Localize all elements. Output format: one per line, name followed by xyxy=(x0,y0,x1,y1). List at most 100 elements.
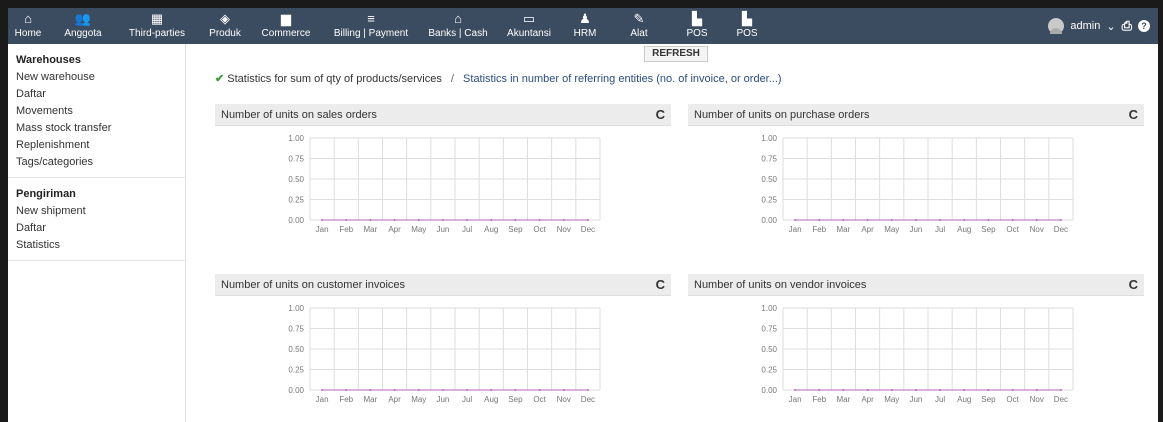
nav-akuntansi[interactable]: ▭ Akuntansi xyxy=(500,11,558,43)
data-point xyxy=(321,389,324,391)
panel-title: Number of units on vendor invoices xyxy=(694,279,867,291)
x-tick-label: Feb xyxy=(812,395,826,404)
nav-produk[interactable]: ◈ Produk xyxy=(204,11,246,43)
x-tick-label: Jan xyxy=(789,395,802,404)
data-point xyxy=(321,219,324,221)
x-tick-label: Dec xyxy=(1054,225,1068,234)
nav-commerce[interactable]: ▆ Commerce xyxy=(256,11,316,43)
panel-sales-orders: Number of units on sales orders C 1.00 0.… xyxy=(215,104,671,240)
help-icon[interactable]: ? xyxy=(1138,20,1150,32)
reload-icon[interactable]: C xyxy=(1129,277,1138,292)
x-tick-label: Oct xyxy=(533,225,546,234)
x-tick-label: Aug xyxy=(484,225,498,234)
menu-link-daftar[interactable]: Daftar xyxy=(16,86,185,103)
reload-icon[interactable]: C xyxy=(656,277,665,292)
menu-link-mass-stock-transfer[interactable]: Mass stock transfer xyxy=(16,120,185,137)
x-tick-label: Nov xyxy=(557,395,571,404)
stats-alternative-link[interactable]: Statistics in number of referring entiti… xyxy=(463,73,782,85)
y-tick-label: 0.50 xyxy=(761,175,777,184)
data-point xyxy=(562,389,565,391)
data-point xyxy=(1059,219,1062,221)
x-tick-label: Mar xyxy=(837,225,851,234)
nav-hrm[interactable]: ♟ HRM xyxy=(568,11,602,43)
reload-icon[interactable]: C xyxy=(656,107,665,122)
menu-link-movements[interactable]: Movements xyxy=(16,103,185,120)
panel-header: Number of units on sales orders C xyxy=(215,104,671,126)
x-tick-label: Aug xyxy=(484,395,498,404)
left-menu: Warehouses New warehouse Daftar Movement… xyxy=(8,44,186,422)
calculator-icon: ▭ xyxy=(522,11,536,26)
nav-alat[interactable]: ✎ Alat xyxy=(624,11,654,43)
x-tick-label: Jun xyxy=(909,225,922,234)
y-tick-label: 0.50 xyxy=(288,175,304,184)
chevron-down-icon[interactable]: ⌄ xyxy=(1106,20,1115,33)
nav-third-parties[interactable]: ▦ Third-parties xyxy=(120,11,194,43)
stats-mode-line: ✔ Statistics for sum of qty of products/… xyxy=(215,72,782,85)
menu-title-pengiriman[interactable]: Pengiriman xyxy=(16,188,185,200)
refresh-button[interactable]: REFRESH xyxy=(644,46,708,62)
data-point xyxy=(369,219,372,221)
y-tick-label: 1.00 xyxy=(288,304,304,313)
x-tick-label: Jan xyxy=(789,225,802,234)
avatar[interactable] xyxy=(1048,18,1065,34)
data-point xyxy=(466,219,469,221)
y-tick-label: 0.25 xyxy=(761,196,777,205)
x-tick-label: Sep xyxy=(508,225,523,234)
menu-link-tags-categories[interactable]: Tags/categories xyxy=(16,154,185,171)
x-tick-label: Jan xyxy=(316,225,329,234)
data-point xyxy=(842,389,845,391)
data-point xyxy=(939,389,942,391)
panel-header: Number of units on vendor invoices C xyxy=(688,274,1144,296)
bank-icon: ⌂ xyxy=(454,11,462,26)
data-point xyxy=(441,389,444,391)
x-tick-label: Aug xyxy=(957,395,971,404)
nav-pos-2[interactable]: ▙ POS xyxy=(732,11,762,43)
x-tick-label: May xyxy=(411,225,426,234)
x-tick-label: Dec xyxy=(581,225,595,234)
data-point xyxy=(890,219,893,221)
menu-link-shipment-daftar[interactable]: Daftar xyxy=(16,220,185,237)
data-point xyxy=(345,219,348,221)
x-tick-label: Jul xyxy=(462,395,472,404)
house-icon: ⌂ xyxy=(24,11,32,26)
data-point xyxy=(538,219,541,221)
menu-link-new-shipment[interactable]: New shipment xyxy=(16,203,185,220)
app-window: ⌂ Home 👥 Anggota ▦ Third-parties ◈ Produk ▆ C… xyxy=(8,8,1158,422)
x-tick-label: Sep xyxy=(508,395,523,404)
menu-link-new-warehouse[interactable]: New warehouse xyxy=(16,69,185,86)
data-point xyxy=(393,219,396,221)
x-tick-label: May xyxy=(411,395,426,404)
coins-icon: ≡ xyxy=(367,11,375,26)
print-icon[interactable]: ⎙ xyxy=(1122,18,1132,34)
y-tick-label: 0.25 xyxy=(761,366,777,375)
chart-sales-orders: 1.00 0.75 0.50 0.25 0.00 Jan Feb Mar Apr May Jun Ju… xyxy=(288,134,601,234)
data-point xyxy=(562,219,565,221)
menu-title-warehouses[interactable]: Warehouses xyxy=(16,54,185,66)
menu-link-statistics[interactable]: Statistics xyxy=(16,237,185,254)
reload-icon[interactable]: C xyxy=(1129,107,1138,122)
x-tick-label: Jun xyxy=(909,395,922,404)
data-point xyxy=(963,389,966,391)
nav-home[interactable]: ⌂ Home xyxy=(12,11,44,43)
x-tick-label: Jul xyxy=(935,395,945,404)
menu-block-warehouses: Warehouses New warehouse Daftar Movement… xyxy=(8,44,185,178)
data-point xyxy=(538,389,541,391)
x-tick-label: Oct xyxy=(1006,225,1019,234)
data-point xyxy=(890,389,893,391)
nav-billing-payment[interactable]: ≡ Billing | Payment xyxy=(324,11,418,43)
data-point xyxy=(987,219,990,221)
panel-customer-invoices: Number of units on customer invoices C 1… xyxy=(215,274,671,410)
data-point xyxy=(914,389,917,391)
data-point xyxy=(441,219,444,221)
nav-banks-cash[interactable]: ⌂ Banks | Cash xyxy=(422,11,494,43)
panel-title: Number of units on customer invoices xyxy=(221,279,406,291)
stats-separator: / xyxy=(450,73,454,85)
y-tick-label: 0.75 xyxy=(288,325,304,334)
data-point xyxy=(1011,389,1014,391)
user-name[interactable]: admin xyxy=(1070,20,1100,32)
x-tick-label: Oct xyxy=(533,395,546,404)
nav-anggota[interactable]: 👥 Anggota xyxy=(56,11,110,43)
nav-pos-1[interactable]: ▙ POS xyxy=(682,11,712,43)
pos-icon: ▙ xyxy=(742,11,752,26)
menu-link-replenishment[interactable]: Replenishment xyxy=(16,137,185,154)
